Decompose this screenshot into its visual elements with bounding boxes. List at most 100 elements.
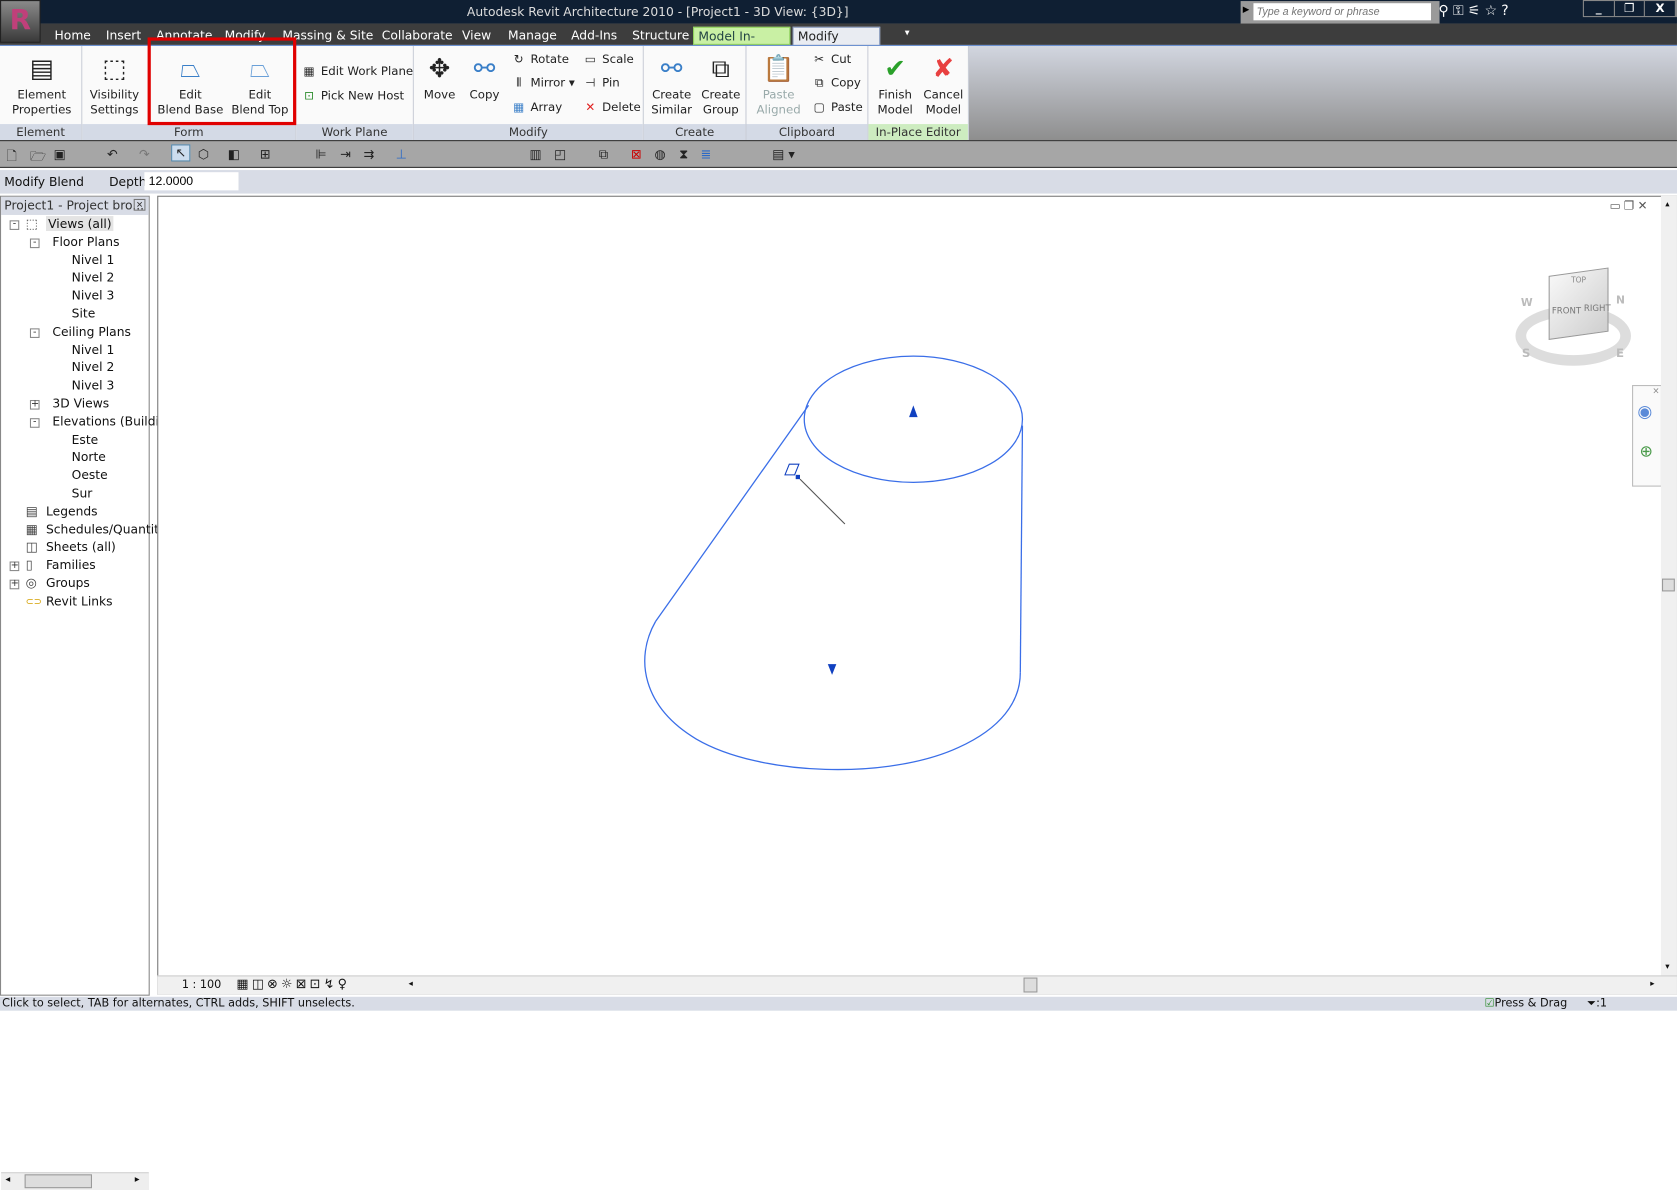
align-icon[interactable]: ⊫: [316, 147, 327, 162]
switch-windows-icon[interactable]: ⧉: [599, 147, 608, 163]
scroll-right-icon[interactable]: ▸: [135, 1174, 140, 1185]
expand-icon[interactable]: +: [9, 561, 20, 572]
cube-top-face[interactable]: TOP: [1571, 276, 1586, 285]
pick-new-host-button[interactable]: ⊡ Pick New Host: [301, 89, 404, 103]
filter-icon[interactable]: ⧗: [679, 147, 688, 163]
tree-item[interactable]: Nivel 1: [72, 252, 115, 267]
split-icon[interactable]: ⇥: [340, 147, 351, 162]
steering-wheel-icon[interactable]: ◉: [1637, 401, 1652, 421]
tree-item[interactable]: Elevations (Buildir: [52, 414, 164, 429]
tree-item[interactable]: Sur: [72, 486, 93, 501]
tree-item[interactable]: Oeste: [72, 468, 108, 483]
horizontal-scrollbar[interactable]: ◂ ▸: [1, 1172, 149, 1190]
work-plane-icon[interactable]: [784, 463, 800, 476]
render-icon[interactable]: ◍: [655, 147, 666, 162]
tree-item[interactable]: 3D Views: [52, 396, 109, 411]
star-icon[interactable]: ☆: [1485, 3, 1502, 19]
press-drag-checkbox[interactable]: ☑Press & Drag: [1484, 997, 1567, 1010]
offset-icon[interactable]: ⇉: [364, 147, 375, 162]
pin-button[interactable]: ⊣ Pin: [582, 76, 619, 90]
blend-base-profile[interactable]: [644, 621, 1021, 771]
depth-input[interactable]: [144, 172, 239, 191]
tree-item[interactable]: Schedules/Quantit: [46, 521, 159, 536]
edit-work-plane-button[interactable]: ▦ Edit Work Plane: [301, 64, 414, 78]
search-input[interactable]: [1253, 3, 1431, 21]
cube-front-face[interactable]: FRONT: [1552, 306, 1581, 316]
tree-item[interactable]: Site: [72, 306, 96, 321]
binoculars-icon[interactable]: ⚲: [1438, 3, 1452, 19]
tree-item[interactable]: Revit Links: [46, 593, 113, 608]
scroll-thumb[interactable]: [1662, 578, 1675, 592]
element-properties-button[interactable]: ▤ Element Properties: [6, 49, 77, 117]
tag-icon[interactable]: ⊞: [260, 147, 271, 162]
cut-button[interactable]: ✂ Cut: [811, 52, 851, 66]
cancel-model-button[interactable]: ✘ Cancel Model: [920, 49, 967, 117]
close-icon[interactable]: ✕: [133, 198, 146, 211]
filter-status[interactable]: ⏷:1: [1587, 997, 1607, 1011]
thin-lines-icon[interactable]: ▥: [529, 147, 541, 162]
open-icon[interactable]: 🗁: [30, 147, 46, 169]
default-3d-icon[interactable]: ⬡: [198, 147, 209, 162]
undo-icon[interactable]: ↶: [107, 147, 118, 162]
zoom-icon[interactable]: ⊕: [1640, 442, 1653, 461]
array-button[interactable]: ▦ Array: [510, 101, 562, 115]
tab-collaborate[interactable]: Collaborate: [378, 27, 457, 45]
tree-item[interactable]: Norte: [72, 450, 106, 465]
tree-item[interactable]: Nivel 1: [72, 342, 115, 357]
copy-button[interactable]: ⚯ Copy: [463, 49, 506, 102]
tree-item[interactable]: Families: [46, 557, 96, 572]
select-icon[interactable]: ↖: [171, 144, 191, 162]
paste-button[interactable]: ▢ Paste: [811, 101, 863, 115]
paste-aligned-button[interactable]: 📋 Paste Aligned: [751, 49, 807, 117]
scale-button[interactable]: ▭ Scale: [582, 52, 634, 66]
delete-button[interactable]: ✕ Delete: [582, 101, 640, 115]
tree-item[interactable]: Views (all): [45, 216, 114, 232]
rotate-button[interactable]: ↻ Rotate: [510, 52, 569, 66]
section-icon[interactable]: ◧: [228, 147, 240, 162]
scroll-left-icon[interactable]: ◂: [409, 979, 413, 989]
create-similar-button[interactable]: ⚯ Create Similar: [648, 49, 695, 117]
vertical-scrollbar[interactable]: ▴ ▾: [1660, 195, 1677, 977]
redo-icon[interactable]: ↷: [139, 147, 150, 162]
copy-clipboard-button[interactable]: ⧉ Copy: [811, 76, 861, 91]
restore-button[interactable]: ❐: [1615, 1, 1646, 17]
key-icon[interactable]: ⚿: [1453, 3, 1468, 19]
minimize-button[interactable]: _: [1584, 1, 1615, 17]
expand-arrow-icon[interactable]: ▶: [1243, 4, 1250, 14]
save-icon[interactable]: ▣: [53, 147, 65, 162]
move-button[interactable]: ✥ Move: [418, 49, 461, 102]
tree-item[interactable]: Legends: [46, 504, 98, 519]
cube-right-face[interactable]: RIGHT: [1584, 304, 1611, 314]
visibility-settings-button[interactable]: ⬚ Visibility Settings: [87, 49, 143, 117]
shape-handle-up-icon[interactable]: [909, 405, 918, 418]
customize-icon[interactable]: ▤ ▾: [772, 147, 795, 162]
tab-view[interactable]: View: [458, 27, 496, 45]
expand-icon[interactable]: +: [9, 579, 20, 590]
blend-top-profile[interactable]: [803, 355, 1024, 483]
tree-item[interactable]: Groups: [46, 575, 90, 590]
help-icon[interactable]: ?: [1501, 3, 1513, 19]
close-icon[interactable]: ×: [1652, 386, 1659, 396]
linework-icon[interactable]: ≣: [701, 147, 712, 162]
tree-item[interactable]: Ceiling Plans: [52, 324, 131, 339]
collapse-icon[interactable]: -: [29, 328, 40, 338]
ribbon-minimize-icon[interactable]: ▾: [901, 27, 914, 45]
scroll-thumb[interactable]: [24, 1174, 92, 1189]
expand-icon[interactable]: +: [29, 399, 40, 410]
viewcube[interactable]: TOP FRONT RIGHT W N S E: [1511, 263, 1634, 370]
satellite-icon[interactable]: ⚟: [1468, 3, 1485, 19]
tree-item[interactable]: Nivel 3: [72, 288, 115, 303]
mirror-button[interactable]: ⫴ Mirror ▾: [510, 76, 575, 91]
tab-manage[interactable]: Manage: [504, 27, 561, 45]
close-button[interactable]: X: [1645, 1, 1676, 17]
scroll-down-icon[interactable]: ▾: [1665, 961, 1669, 971]
3d-view-canvas[interactable]: ▭❐✕ TOP FRONT RIGHT W N S E × ◉ ⊕: [157, 195, 1677, 995]
tree-item[interactable]: Nivel 2: [72, 270, 115, 285]
tree-item[interactable]: Floor Plans: [52, 234, 119, 249]
horizontal-scroll-thumb[interactable]: [1023, 977, 1038, 993]
collapse-icon[interactable]: -: [29, 417, 40, 428]
tab-home[interactable]: Home: [50, 27, 95, 45]
finish-model-button[interactable]: ✔ Finish Model: [872, 49, 919, 117]
dimension-icon[interactable]: ⊥: [396, 147, 407, 162]
view-scale[interactable]: 1 : 100: [182, 979, 222, 992]
